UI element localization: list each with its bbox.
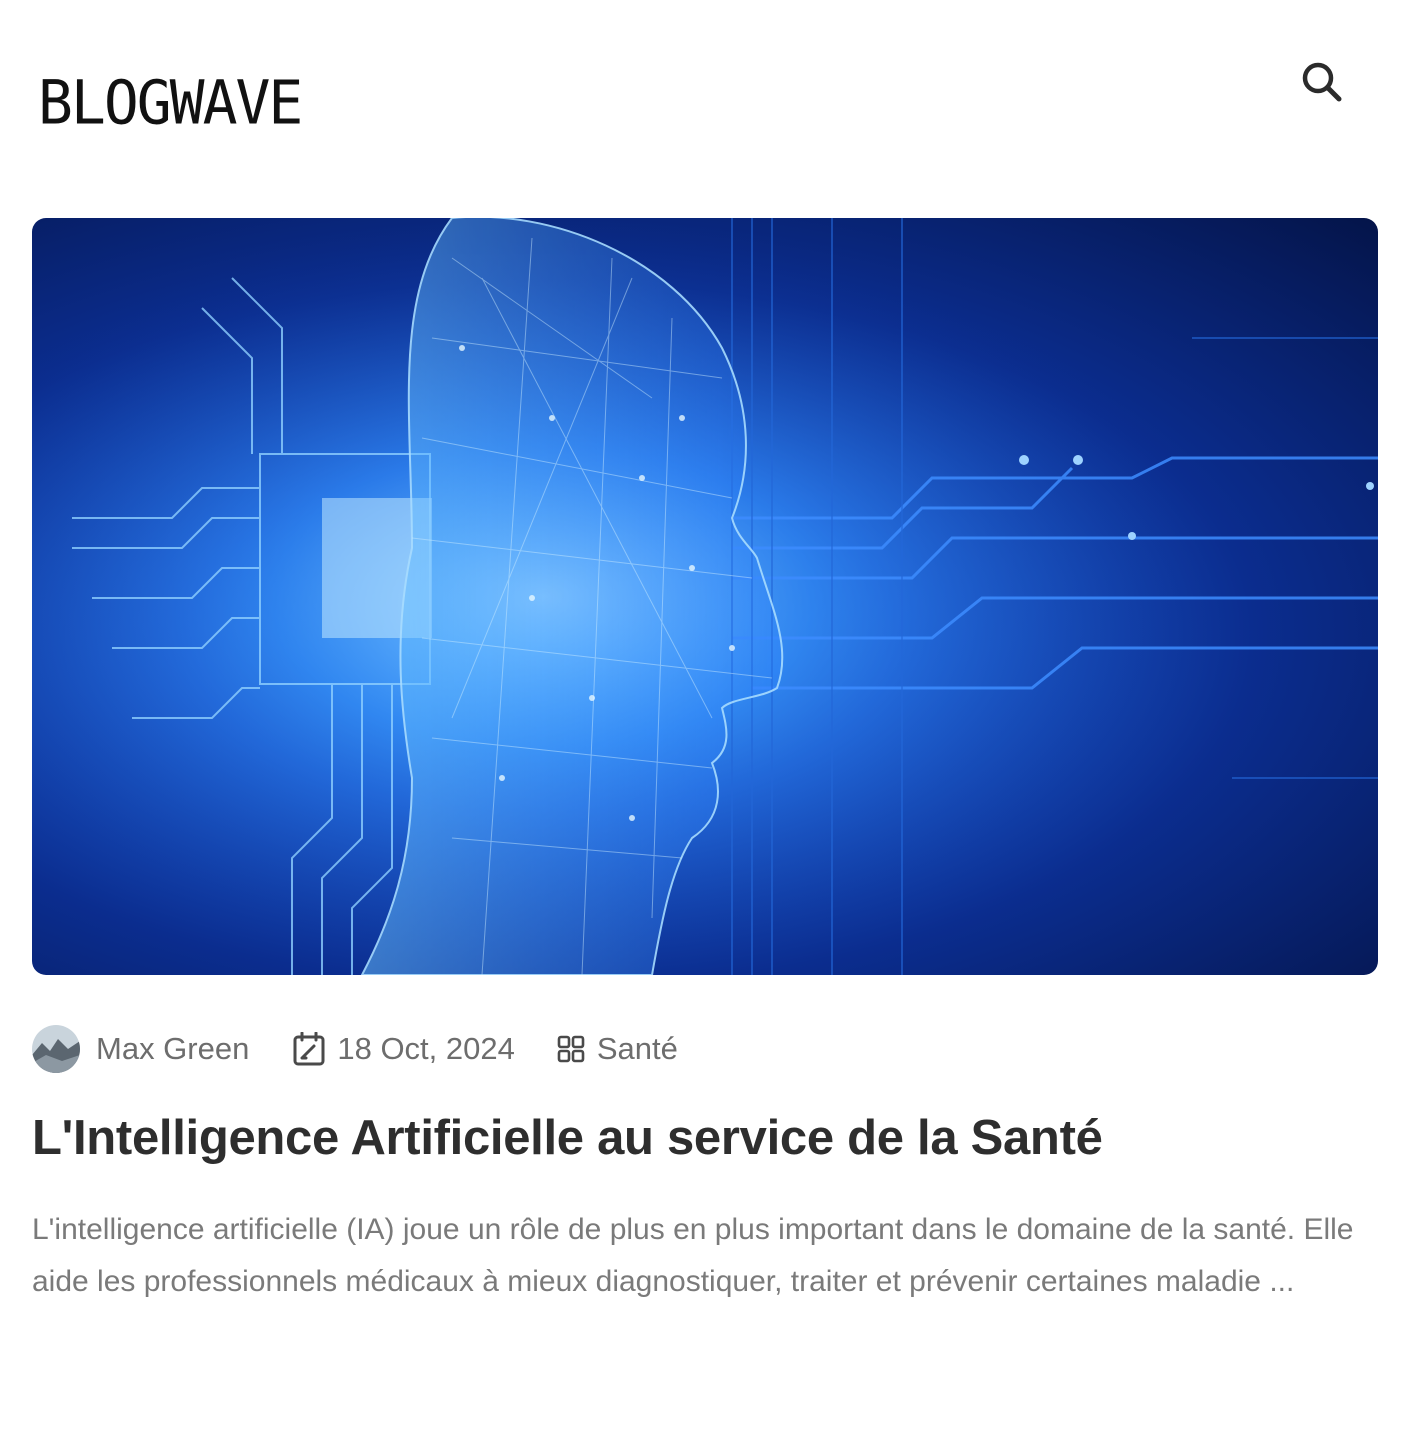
post-excerpt: L'intelligence artificielle (IA) joue un… <box>32 1213 1354 1298</box>
post-title[interactable]: L'Intelligence Artificielle au service d… <box>32 1106 1378 1170</box>
ai-face-illustration <box>32 218 1378 975</box>
featured-image[interactable] <box>32 218 1378 975</box>
post-author[interactable]: Max Green <box>96 1031 249 1067</box>
author-name: Max Green <box>96 1031 250 1066</box>
calendar-icon <box>293 1032 325 1066</box>
category-grid-icon <box>557 1035 585 1063</box>
search-button[interactable] <box>1296 56 1348 108</box>
search-icon <box>1302 62 1342 102</box>
author-avatar-image <box>32 1025 80 1073</box>
post-date: 18 Oct, 2024 <box>293 1031 515 1067</box>
category-text: Santé <box>596 1031 678 1066</box>
site-header: BLOGWAVE <box>0 0 1406 180</box>
site-logo[interactable]: BLOGWAVE <box>38 68 303 137</box>
avatar[interactable] <box>32 1025 80 1073</box>
post-meta: Max Green 18 Oct, 2024 Santé <box>32 1024 678 1074</box>
post-category[interactable]: Santé <box>557 1031 678 1067</box>
date-text: 18 Oct, 2024 <box>337 1031 515 1066</box>
